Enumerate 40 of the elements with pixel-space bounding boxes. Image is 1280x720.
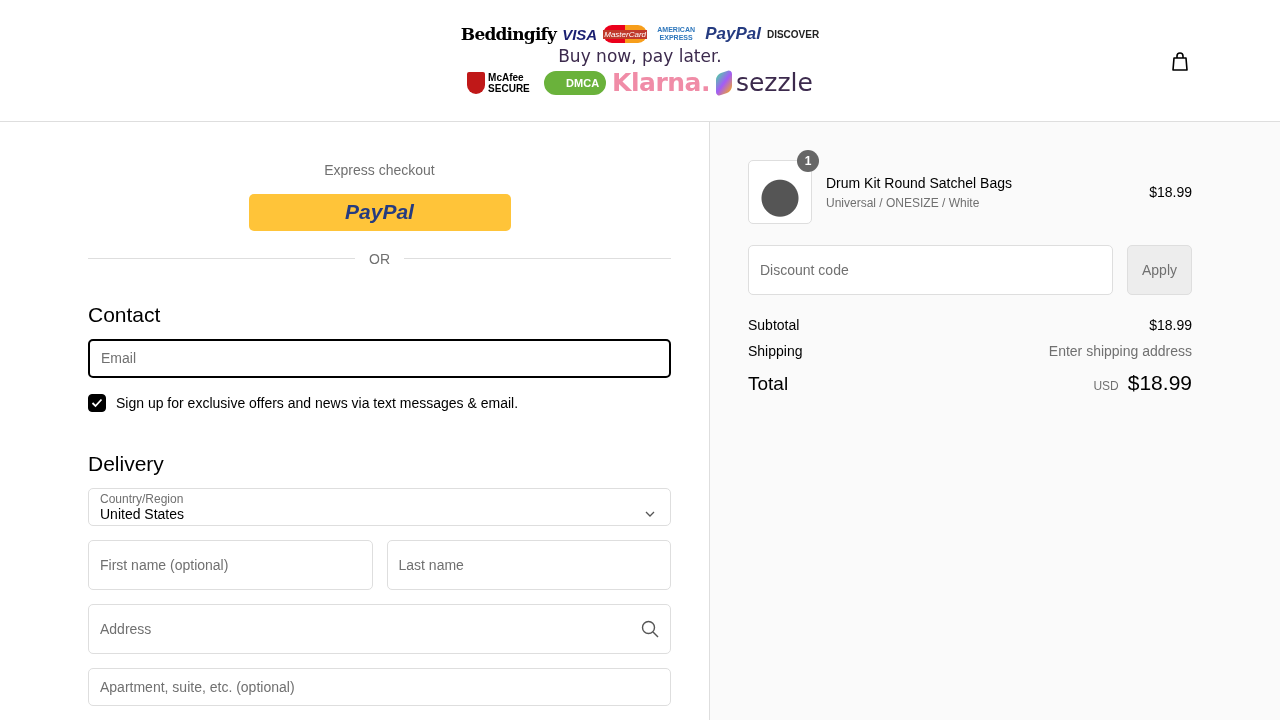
checkbox-label: Sign up for exclusive offers and news via text messages & email. bbox=[116, 394, 519, 411]
product-price: $18.99 bbox=[1149, 184, 1192, 200]
express-checkout-title: Express checkout bbox=[323, 162, 436, 178]
product-name: Drum Kit Round Satchel Bags bbox=[826, 174, 1013, 191]
search-icon bbox=[641, 619, 659, 638]
card-logo: PayPal bbox=[705, 24, 761, 44]
security-badge: McAfee SECURE bbox=[467, 71, 539, 94]
address-field[interactable]: Address bbox=[88, 603, 671, 654]
card-logo: DISCOVER bbox=[766, 28, 820, 40]
quantity-badge: 1 bbox=[797, 150, 819, 172]
paypal-button[interactable]: PayPal bbox=[248, 194, 511, 231]
checkbox[interactable] bbox=[88, 393, 106, 412]
shopping-bag-icon[interactable] bbox=[1171, 52, 1189, 72]
card-logo: MasterCard bbox=[603, 25, 648, 43]
discount-code-field[interactable]: Discount code bbox=[748, 245, 1113, 295]
apartment-field[interactable]: Apartment, suite, etc. (optional) bbox=[88, 667, 671, 706]
total-value: $18.99 bbox=[1127, 371, 1192, 395]
checkmark-icon bbox=[91, 397, 103, 408]
brand-logo: Beddingify bbox=[460, 24, 557, 44]
country-select[interactable]: Country/Region United States bbox=[88, 487, 671, 526]
sezzle-logo: sezzle bbox=[715, 68, 813, 97]
subtotal-value: $18.99 bbox=[1149, 317, 1192, 333]
email-field[interactable]: Email bbox=[88, 338, 671, 378]
apply-button[interactable]: Apply bbox=[1127, 245, 1192, 295]
subtotal-label: Subtotal bbox=[748, 317, 800, 333]
section-heading: Delivery bbox=[88, 451, 165, 476]
total-label: Total bbox=[748, 373, 789, 395]
section-heading: Contact bbox=[88, 302, 162, 327]
klarna-logo: Klarna. bbox=[612, 68, 710, 97]
product-variant: Universal / ONESIZE / White bbox=[826, 195, 981, 210]
card-logo: VISA bbox=[562, 25, 598, 43]
currency-label: USD bbox=[1093, 379, 1119, 393]
tagline: Buy now, pay later. bbox=[558, 46, 722, 66]
chevron-down-icon bbox=[645, 510, 655, 517]
dmca-badge: DMCA bbox=[544, 70, 607, 95]
shipping-value: Enter shipping address bbox=[1048, 343, 1192, 359]
first-name-field[interactable]: First name (optional) bbox=[88, 539, 373, 590]
last-name-field[interactable]: Last name bbox=[386, 539, 671, 590]
shipping-label: Shipping bbox=[748, 343, 803, 359]
divider-label: OR bbox=[369, 250, 390, 267]
